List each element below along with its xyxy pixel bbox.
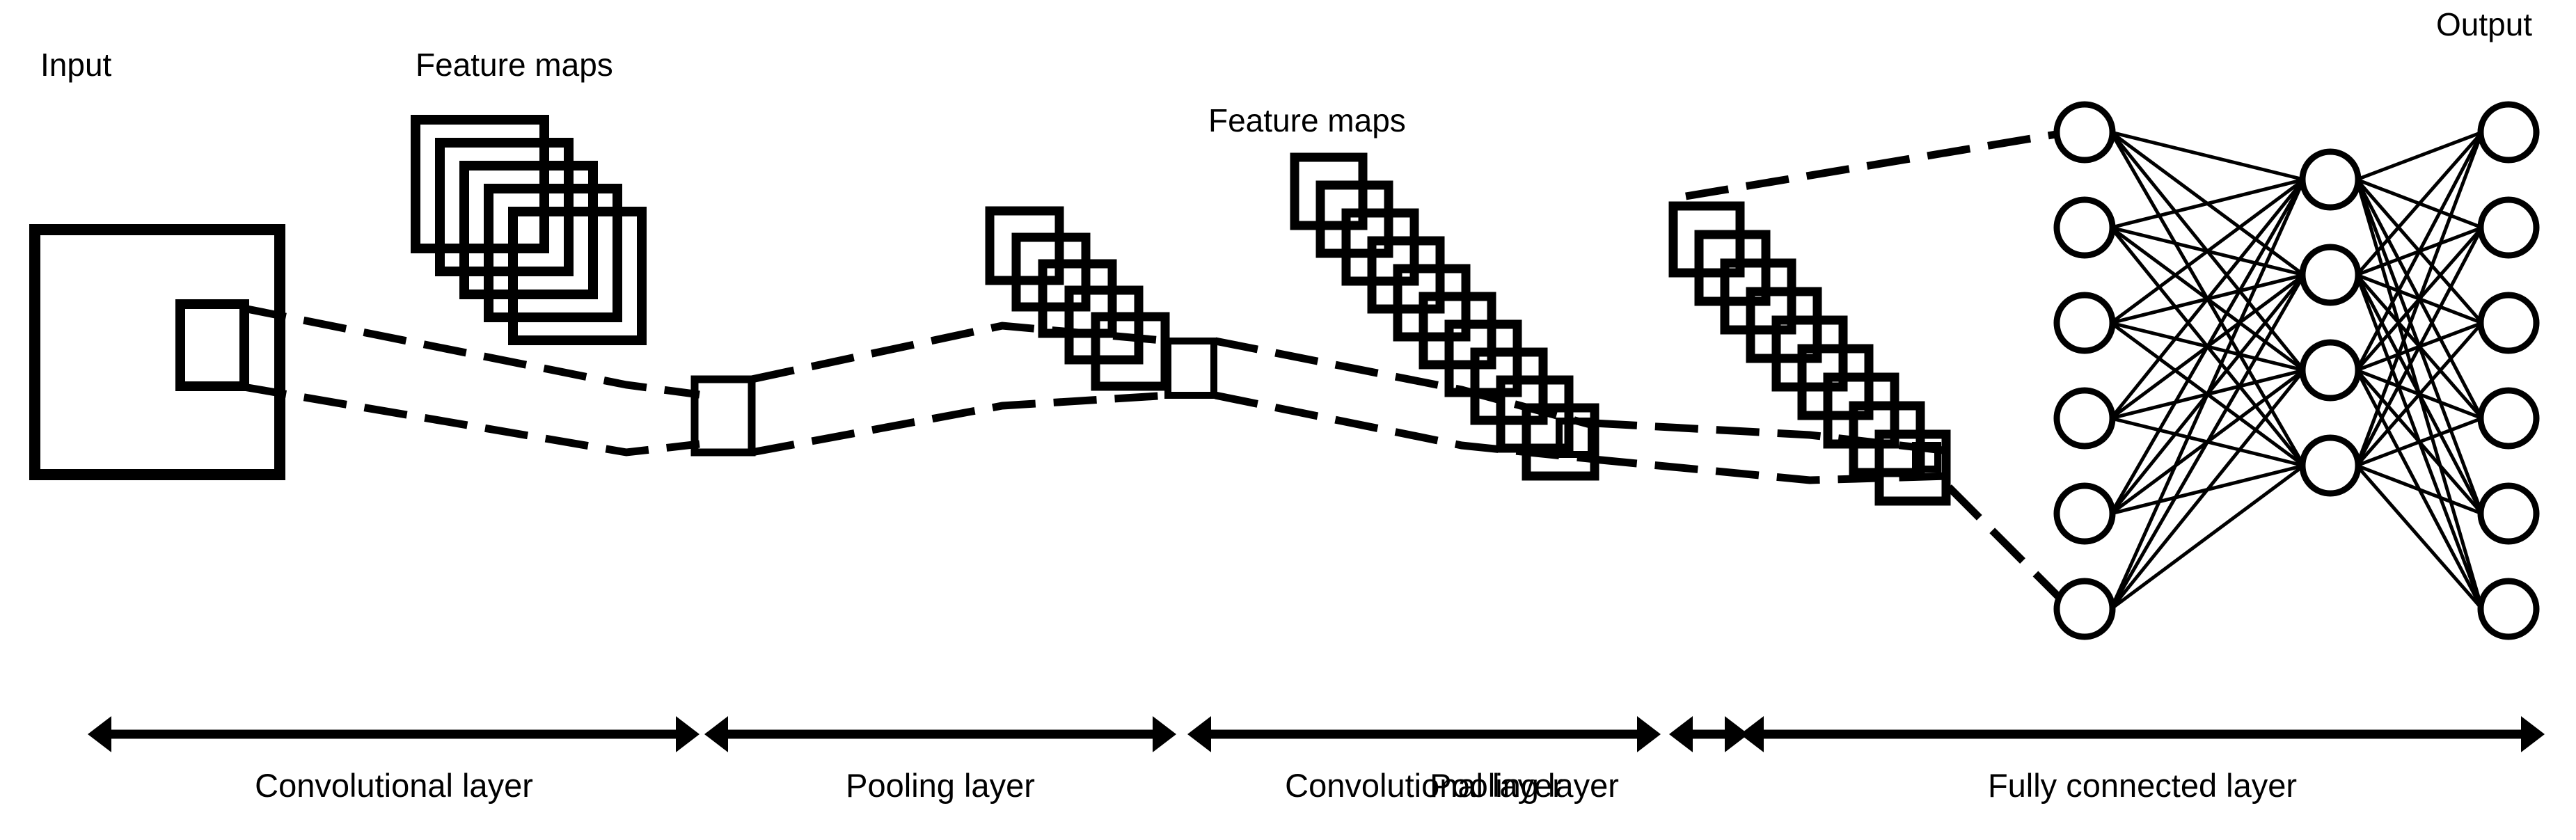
output-label: Output xyxy=(2436,6,2533,42)
fc-edge-input-hidden-4-1 xyxy=(2110,178,2305,420)
fc-edge-input-hidden-6-2 xyxy=(2109,274,2306,610)
input-to-conv1-bottom xyxy=(243,383,700,457)
fc-output-column-node-2[interactable] xyxy=(2477,196,2540,259)
input-label: Input xyxy=(40,47,112,83)
input-to-conv1-top xyxy=(242,304,700,399)
fc-input-column-node-4[interactable] xyxy=(2053,387,2116,450)
pool1-feature-map-kernel xyxy=(1164,338,1217,399)
pool1-feature-map-2 xyxy=(1011,232,1091,312)
fc-edge-input-hidden-2-1 xyxy=(2110,177,2305,230)
fc-edge-input-hidden-1-1 xyxy=(2110,130,2305,182)
fc-hidden-column-node-3[interactable] xyxy=(2299,339,2362,402)
stage-arrow-head-left xyxy=(88,716,111,752)
cnn-architecture-diagram: Input Feature maps Feature maps Output C… xyxy=(0,0,2576,840)
pool1-feature-map-3 xyxy=(1038,259,1117,338)
fc-edge-input-hidden-6-1 xyxy=(2109,178,2306,610)
feature-maps-2-label: Feature maps xyxy=(1208,102,1406,138)
fc-output-column-node-4[interactable] xyxy=(2477,387,2540,450)
fc-input-column-node-1[interactable] xyxy=(2053,101,2116,164)
stage-label-pooling-layer-2: Pooling layer xyxy=(1430,767,1619,804)
pool2-to-fc-first xyxy=(1685,129,2061,200)
pool1-feature-map-5 xyxy=(1091,312,1170,391)
stage-arrow-head-right xyxy=(1153,716,1176,752)
conv1-feature-map-kernel xyxy=(690,375,756,457)
fc-hidden-column-node-1[interactable] xyxy=(2299,148,2362,211)
stage-label-convolutional-layer-1: Convolutional layer xyxy=(255,767,533,804)
pool1-feature-map-4 xyxy=(1064,285,1144,365)
fc-output-column-node-3[interactable] xyxy=(2477,292,2540,354)
stage-arrow-head-left xyxy=(1187,716,1211,752)
pool2-to-fc-last xyxy=(1946,484,2063,601)
stage-arrow-fully-connected-layer xyxy=(1740,716,2545,752)
fc-edge-input-hidden-6-3 xyxy=(2110,369,2305,610)
fc-hidden-column-node-4[interactable] xyxy=(2299,434,2362,497)
stage-arrow-pooling-layer-1 xyxy=(704,716,1176,752)
fc-output-column-node-1[interactable] xyxy=(2477,101,2540,164)
fc-output-column-node-6[interactable] xyxy=(2477,578,2540,640)
fc-hidden-column-node-2[interactable] xyxy=(2299,244,2362,306)
fc-input-column-node-2[interactable] xyxy=(2053,196,2116,259)
input-receptive-field-kernel xyxy=(175,299,249,391)
feature-maps-1-label: Feature maps xyxy=(416,47,613,83)
pool1-feature-map-1 xyxy=(985,206,1064,285)
fc-output-column-node-5[interactable] xyxy=(2477,482,2540,545)
stage-arrow-head-right xyxy=(2521,716,2545,752)
fc-input-column-node-3[interactable] xyxy=(2053,292,2116,354)
stage-arrow-head-left xyxy=(704,716,728,752)
stage-arrow-pooling-layer-2 xyxy=(1669,716,1748,752)
stage-arrow-head-right xyxy=(1637,716,1661,752)
stage-label-fully-connected-layer: Fully connected layer xyxy=(1987,767,2298,804)
stage-arrow-head-left xyxy=(1740,716,1764,752)
stage-arrow-head-left xyxy=(1669,716,1693,752)
fc-input-column-node-5[interactable] xyxy=(2053,482,2116,545)
fc-input-column-node-6[interactable] xyxy=(2053,578,2116,640)
fc-edge-input-hidden-5-1 xyxy=(2109,178,2306,515)
conv1-to-pool1-bottom xyxy=(750,391,1170,457)
stage-arrow-convolutional-layer-1 xyxy=(88,716,700,752)
stage-label-pooling-layer-1: Pooling layer xyxy=(846,767,1035,804)
stage-arrow-convolutional-layer-2 xyxy=(1187,716,1661,752)
stage-arrow-head-right xyxy=(676,716,700,752)
